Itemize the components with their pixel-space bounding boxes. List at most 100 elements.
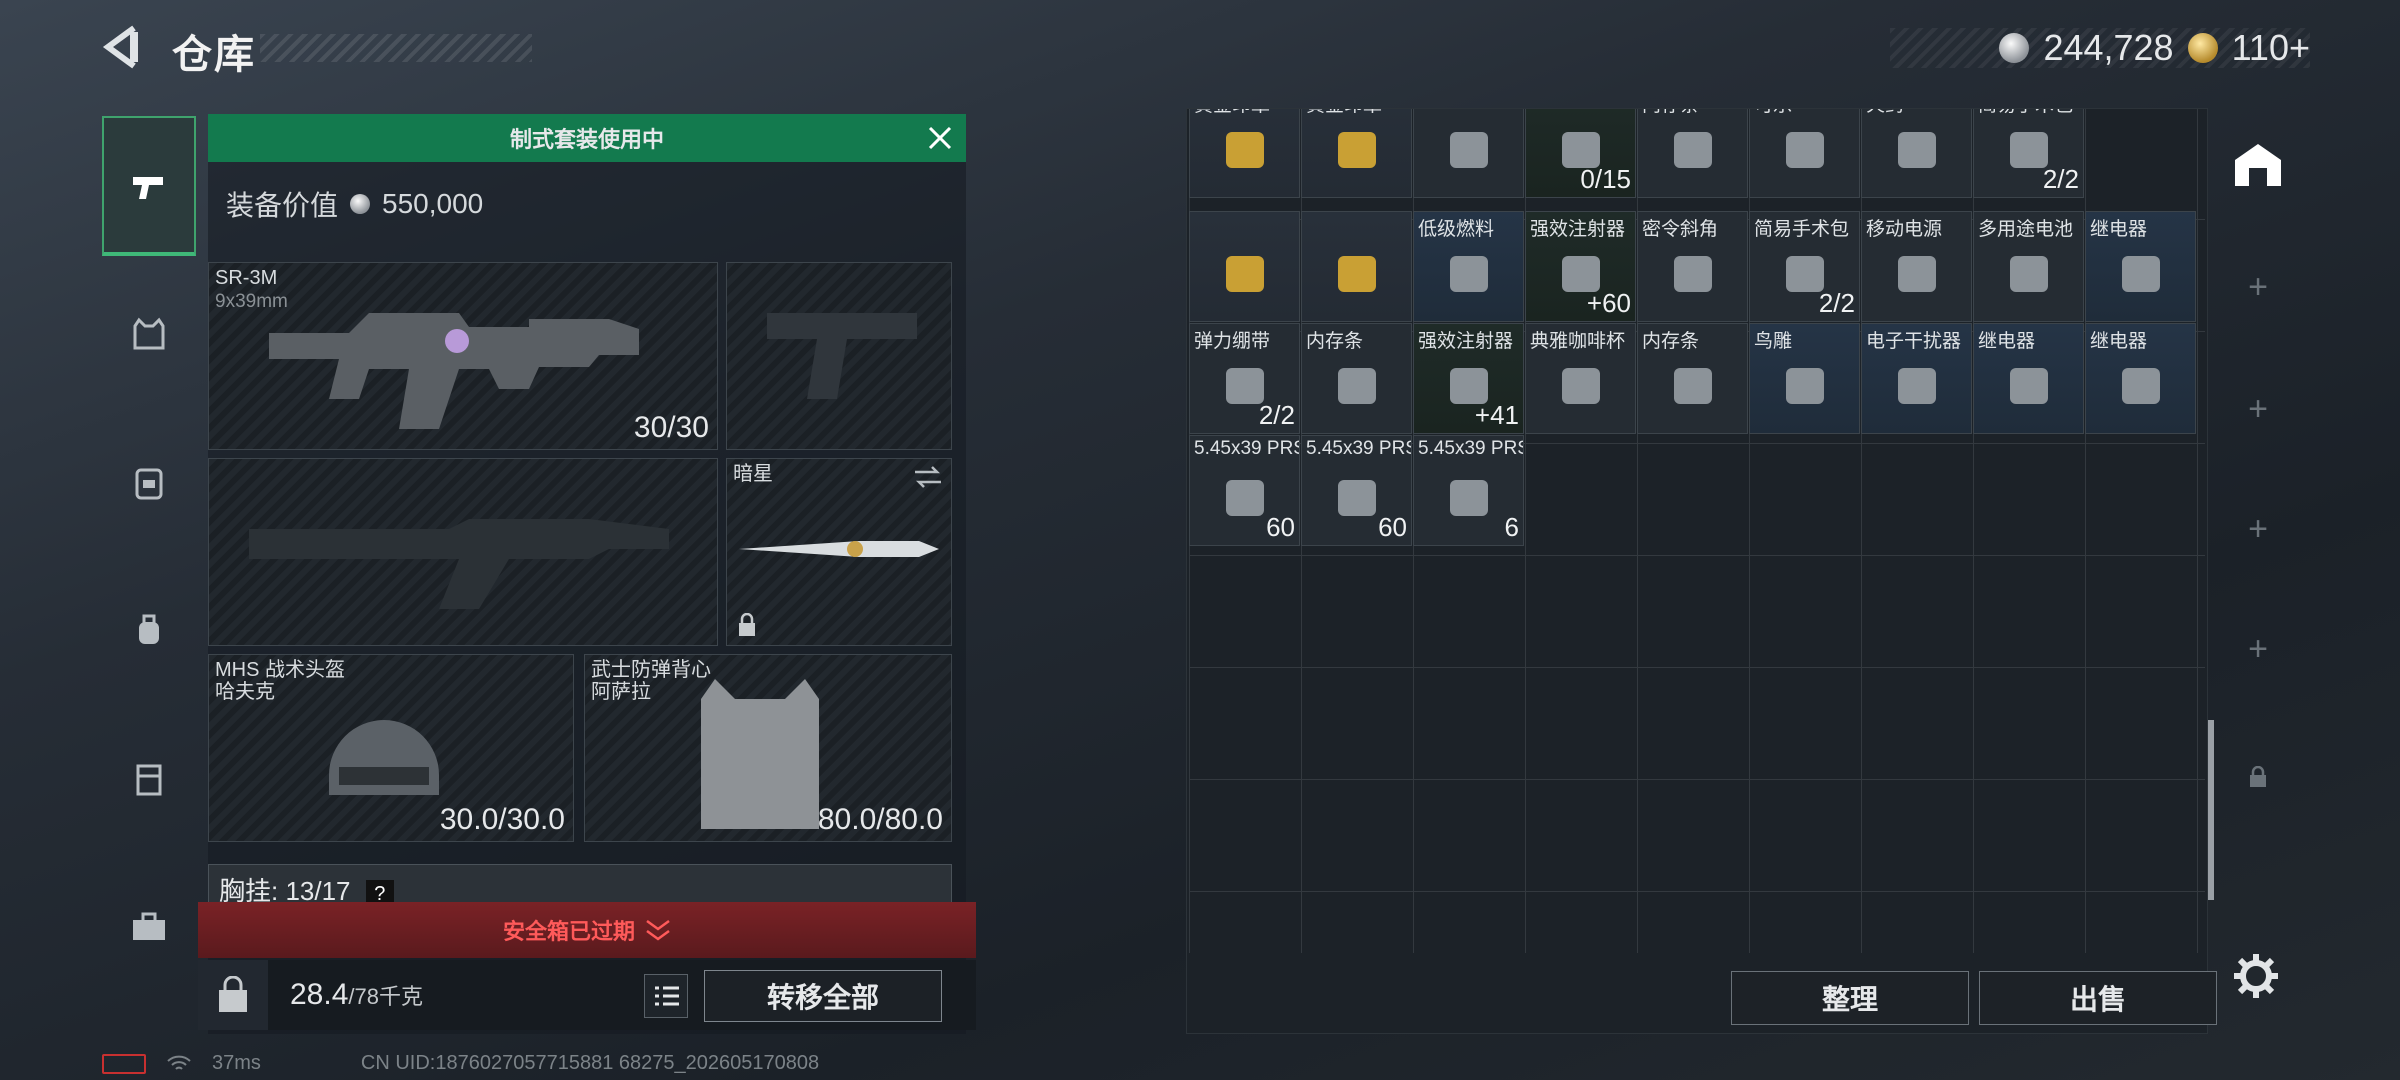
stash-item[interactable]: 简易手术包 2/2 [1973,109,2084,198]
stash-page-rail: + + + + [2220,110,2296,1010]
item-count: 2/2 [2042,164,2079,194]
banner-text: 制式套装使用中 [509,127,664,152]
current-weight: 28.4 [290,978,349,1011]
stash-page-main[interactable] [2220,110,2296,220]
toolbox-icon [133,912,165,940]
weight-lock[interactable] [198,960,268,1030]
safebox-status: 安全箱已过期 [502,919,635,944]
stash-page-add-4[interactable]: + [2220,594,2296,704]
close-icon[interactable] [926,124,954,152]
carry-weight: 28.4/78千克 [290,978,423,1012]
safebox-expired-bar[interactable]: 安全箱已过期 [198,902,976,958]
tab-toolbox[interactable] [102,856,196,996]
secondary-weapon-slot[interactable] [208,458,718,646]
item-name: 鸟雕 [1754,331,1793,352]
item-icon [1786,132,1824,168]
item-name: 黄金印章 [1306,109,1382,117]
stash-item[interactable]: 5.45x39 PRS 60 [1301,435,1412,546]
value-label: 装备价值 [226,190,339,221]
currency-bar: 244,728 110+ [1890,27,2310,69]
stash-item[interactable] [1189,211,1300,322]
stash-item[interactable]: 内存条 [1637,109,1748,198]
stash-page-add-1[interactable]: + [2220,232,2296,342]
sell-button[interactable]: 出售 [1979,971,2217,1025]
armor-maker: 阿萨拉 [591,681,651,703]
stash-page-add-3[interactable]: + [2220,474,2296,584]
helmet-durability: 30.0/30.0 [439,803,565,836]
item-icon [2122,368,2160,404]
item-name: 继电器 [2090,331,2148,352]
stash-item[interactable]: 可乐 [1749,109,1860,198]
stash-item[interactable]: 继电器 [1973,323,2084,434]
stash-item[interactable]: 内存条 [1637,323,1748,434]
item-count: 0/15 [1580,164,1631,194]
item-icon [1450,256,1488,292]
stash-item[interactable]: 黄金印章 [1301,109,1412,198]
helmet-name: MHS 战术头盔 [215,659,345,681]
item-icon [1562,368,1600,404]
sort-button[interactable]: 整理 [1731,971,1969,1025]
stash-item[interactable]: 火药 [1861,109,1972,198]
stash-item[interactable]: 内存条 [1301,323,1412,434]
item-name: 火药 [1866,109,1904,117]
vest-icon [133,317,165,350]
swap-icon[interactable] [913,465,943,489]
tab-bag[interactable] [102,560,196,700]
tab-weapons[interactable] [102,116,196,256]
list-icon [655,986,679,1006]
stash-item[interactable] [1413,109,1524,198]
primary-weapon-slot[interactable]: SR-3M 9x39mm 30/30 [208,262,718,450]
stash-item[interactable]: 5.45x39 PRS 60 [1189,435,1300,546]
item-count: 2/2 [1258,400,1295,430]
helmet-image [329,720,439,795]
item-name: 内存条 [1306,331,1364,352]
stash-item[interactable]: 强效注射器 +60 [1525,211,1636,322]
stash-item[interactable]: 多用途电池 [1973,211,2084,322]
stash-item[interactable]: 0/15 [1525,109,1636,198]
stash-item[interactable]: 低级燃料 [1413,211,1524,322]
stash-item[interactable]: 5.45x39 PRS 6 [1413,435,1524,546]
stash-item[interactable]: 电子干扰器 [1861,323,1972,434]
list-view-button[interactable] [644,974,688,1018]
lock-icon [2250,766,2266,787]
armor-slot[interactable]: 武士防弹背心 阿萨拉 80.0/80.0 [584,654,952,842]
title-decoration [260,34,532,62]
stash-item[interactable]: 黄金印章 [1189,109,1300,198]
stash-item[interactable]: 继电器 [2085,211,2196,322]
wifi-icon [167,1055,191,1070]
stash-item[interactable]: 弹力绷带 2/2 [1189,323,1300,434]
stash-item[interactable]: 继电器 [2085,323,2196,434]
transfer-all-button[interactable]: 转移全部 [704,970,942,1022]
stash-item[interactable]: 典雅咖啡杯 [1525,323,1636,434]
stash-grid[interactable]: 黄金印章黄金印章0/15内存条可乐火药简易手术包2/2 低级燃料强效注射器+60… [1189,109,2205,953]
back-arrow-icon[interactable] [100,24,146,70]
item-name: 弹力绷带 [1194,331,1271,352]
settings-gear-icon[interactable] [2232,952,2280,1000]
stash-page-add-2[interactable]: + [2220,354,2296,464]
category-sidebar [102,108,196,1008]
tab-container[interactable] [102,708,196,848]
tab-backpack[interactable] [102,412,196,552]
armor-name: 武士防弹背心 [591,659,711,681]
item-name: 强效注射器 [1530,219,1626,240]
chest-rig-slot[interactable]: 胸挂: 13/17 ? [208,864,952,908]
item-name: 内存条 [1642,109,1699,117]
stash-item[interactable]: 密令斜角 [1637,211,1748,322]
item-icon [1786,368,1824,404]
stash-item[interactable]: 鸟雕 [1749,323,1860,434]
stash-item[interactable] [1301,211,1412,322]
pistol-placeholder-icon [767,313,917,399]
item-icon [2010,256,2048,292]
helmet-slot[interactable]: MHS 战术头盔 哈夫克 30.0/30.0 [208,654,574,842]
stash-item[interactable]: 移动电源 [1861,211,1972,322]
stash-item[interactable]: 强效注射器 +41 [1413,323,1524,434]
tab-gear[interactable] [102,264,196,404]
stash-page-locked[interactable] [2220,722,2296,832]
stash-item[interactable]: 简易手术包 2/2 [1749,211,1860,322]
item-icon [1898,132,1936,168]
item-name: 继电器 [1978,331,2036,352]
pistol-slot[interactable] [726,262,952,450]
stash-scrollbar[interactable] [2208,720,2214,900]
gold-amount[interactable]: 110+ [2232,27,2310,69]
melee-slot[interactable]: 暗星 [726,458,952,646]
